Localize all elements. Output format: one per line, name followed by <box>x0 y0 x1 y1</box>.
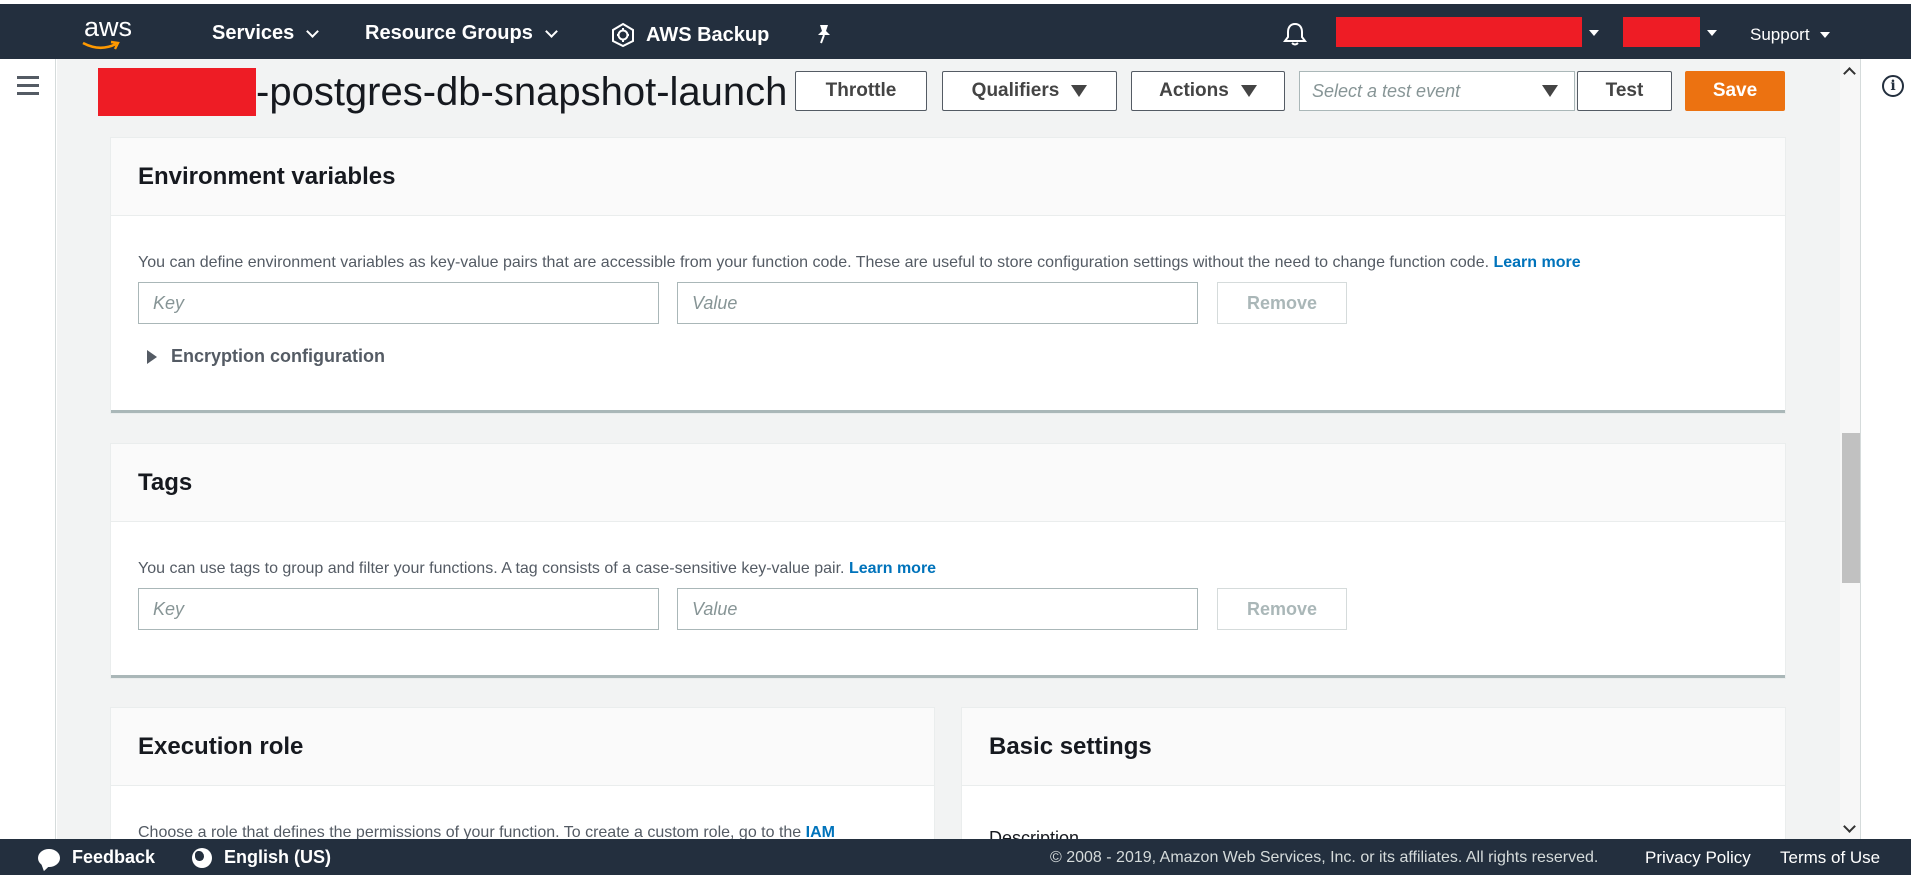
aws-backup-label: AWS Backup <box>646 23 770 46</box>
top-navigation-bar: aws Services Resource Groups AWS Backup … <box>0 0 1911 59</box>
caret-down-icon <box>1071 85 1088 97</box>
tags-panel: Tags You can use tags to group and filte… <box>110 443 1786 679</box>
notification-bell-icon[interactable] <box>1283 21 1307 47</box>
scroll-up-arrow-icon[interactable] <box>1843 67 1856 80</box>
environment-variables-description: You can define environment variables as … <box>138 254 1581 271</box>
globe-icon <box>192 847 212 868</box>
qualifiers-label: Qualifiers <box>971 80 1060 101</box>
actions-label: Actions <box>1159 80 1229 101</box>
tag-value-input[interactable]: Value <box>677 588 1198 630</box>
terms-of-use-link[interactable]: Terms of Use <box>1780 848 1880 868</box>
speech-bubble-icon <box>38 848 60 867</box>
basic-settings-panel: Basic settings Description <box>961 707 1786 839</box>
test-button[interactable]: Test <box>1577 71 1672 111</box>
info-icon[interactable]: i <box>1882 75 1904 97</box>
function-title: -postgres-db-snapshot-launch <box>98 65 787 119</box>
iam-console-link[interactable]: IAM <box>806 824 835 839</box>
encryption-configuration-toggle[interactable]: Encryption configuration <box>147 346 385 367</box>
save-label: Save <box>1712 80 1758 101</box>
language-label: English (US) <box>224 847 331 867</box>
aws-backup-shortcut[interactable]: AWS Backup <box>610 22 769 48</box>
aws-smile-icon <box>82 40 120 50</box>
environment-variables-title: Environment variables <box>111 138 1785 216</box>
actions-dropdown[interactable]: Actions <box>1131 71 1285 111</box>
save-button[interactable]: Save <box>1685 71 1785 111</box>
caret-down-icon <box>1542 85 1558 97</box>
left-navigation-strip <box>0 59 56 839</box>
hamburger-menu-icon[interactable] <box>17 76 39 100</box>
test-event-placeholder: Select a test event <box>1312 80 1461 101</box>
execution-role-title: Execution role <box>111 708 934 786</box>
env-learn-more-link[interactable]: Learn more <box>1493 254 1580 271</box>
footer-bar: Feedback English (US) © 2008 - 2019, Ama… <box>0 839 1911 875</box>
aws-logo-text: aws <box>84 12 133 42</box>
main-content: -postgres-db-snapshot-launch Throttle Qu… <box>57 59 1840 839</box>
chevron-down-icon <box>544 24 558 38</box>
environment-variables-panel: Environment variables You can define env… <box>110 137 1786 414</box>
services-label: Services <box>212 22 295 44</box>
encryption-configuration-label: Encryption configuration <box>171 346 385 366</box>
panel-divider <box>111 675 1785 678</box>
chevron-down-icon <box>306 24 320 38</box>
aws-logo[interactable]: aws <box>80 12 140 54</box>
resource-groups-menu[interactable]: Resource Groups <box>365 22 558 45</box>
scrollbar-thumb[interactable] <box>1842 433 1860 583</box>
caret-right-icon <box>147 349 157 364</box>
support-menu[interactable]: Support <box>1750 25 1830 45</box>
function-title-text: -postgres-db-snapshot-launch <box>256 69 788 114</box>
execution-role-description: Choose a role that defines the permissio… <box>138 824 835 839</box>
resource-groups-label: Resource Groups <box>365 22 533 44</box>
vertical-scrollbar[interactable] <box>1840 59 1860 839</box>
feedback-button[interactable]: Feedback <box>38 847 155 868</box>
env-value-input[interactable]: Value <box>677 282 1198 324</box>
support-label: Support <box>1750 25 1810 44</box>
basic-settings-title: Basic settings <box>962 708 1785 786</box>
description-field-label: Description <box>989 828 1080 839</box>
account-name-redacted[interactable] <box>1336 17 1582 47</box>
aws-backup-icon <box>612 22 634 48</box>
throttle-label: Throttle <box>825 80 897 101</box>
tags-title: Tags <box>111 444 1785 522</box>
scroll-down-arrow-icon[interactable] <box>1843 820 1856 833</box>
account-caret-icon <box>1589 30 1599 36</box>
tag-remove-button[interactable]: Remove <box>1217 588 1347 630</box>
test-label: Test <box>1605 80 1644 101</box>
support-caret-icon <box>1819 32 1830 38</box>
throttle-button[interactable]: Throttle <box>795 71 927 111</box>
test-event-select[interactable]: Select a test event <box>1299 71 1575 111</box>
env-key-input[interactable]: Key <box>138 282 659 324</box>
region-caret-icon <box>1707 30 1717 36</box>
right-help-strip <box>1860 59 1911 839</box>
services-menu[interactable]: Services <box>212 22 320 45</box>
copyright-text: © 2008 - 2019, Amazon Web Services, Inc.… <box>1050 849 1599 866</box>
env-remove-button[interactable]: Remove <box>1217 282 1347 324</box>
tags-learn-more-link[interactable]: Learn more <box>849 560 936 577</box>
caret-down-icon <box>1240 85 1257 97</box>
language-selector[interactable]: English (US) <box>192 847 331 868</box>
tags-description: You can use tags to group and filter you… <box>138 560 937 577</box>
privacy-policy-link[interactable]: Privacy Policy <box>1645 848 1751 868</box>
pin-icon[interactable] <box>815 23 833 45</box>
panel-divider <box>111 410 1785 413</box>
tag-key-input[interactable]: Key <box>138 588 659 630</box>
function-name-redacted <box>98 68 256 116</box>
region-name-redacted[interactable] <box>1623 17 1700 47</box>
qualifiers-dropdown[interactable]: Qualifiers <box>942 71 1117 111</box>
execution-role-panel: Execution role Choose a role that define… <box>110 707 935 839</box>
feedback-label: Feedback <box>72 847 156 867</box>
